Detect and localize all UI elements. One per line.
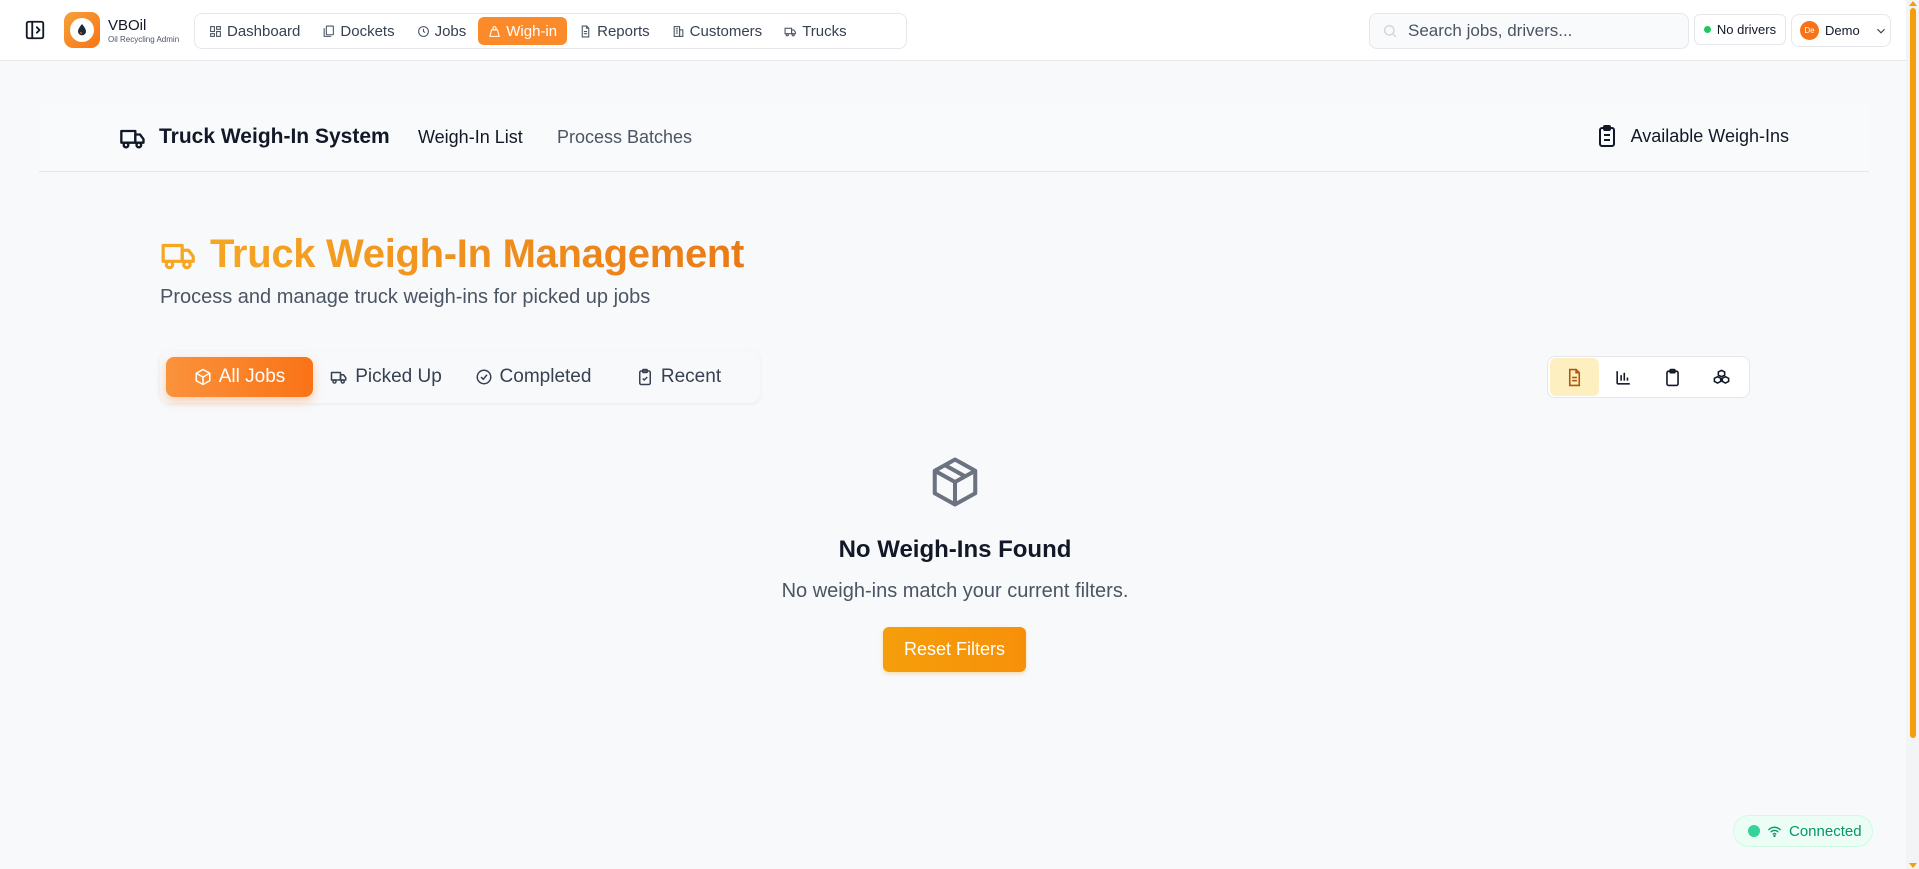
check-circle-icon xyxy=(475,368,493,386)
nav-item-dockets[interactable]: Dockets xyxy=(312,17,404,45)
available-weigh-ins-link[interactable]: Available Weigh-Ins xyxy=(1595,124,1789,148)
cluster-view-button[interactable] xyxy=(1697,358,1746,396)
filter-picked-up[interactable]: Picked Up xyxy=(313,357,459,397)
nav-label: Dashboard xyxy=(227,22,301,40)
nav-item-reports[interactable]: Reports xyxy=(569,17,660,45)
chevron-down-icon xyxy=(1866,24,1888,38)
tab-weigh-in-list[interactable]: Weigh-In List xyxy=(418,127,523,148)
system-title: Truck Weigh-In System xyxy=(159,125,390,148)
filter-recent[interactable]: Recent xyxy=(607,357,750,397)
status-dot xyxy=(1703,26,1711,33)
connection-label: Connected xyxy=(1789,822,1862,840)
tab-process-batches[interactable]: Process Batches xyxy=(557,127,692,148)
filter-label: All Jobs xyxy=(218,366,286,387)
document-icon xyxy=(579,25,592,38)
drivers-status-label: No drivers xyxy=(1716,22,1777,37)
document-view-button[interactable] xyxy=(1550,358,1599,396)
oil-drop-icon xyxy=(70,18,94,42)
nav-label: Customers xyxy=(689,22,763,40)
top-bar: VBOil Oil Recycling Admin Dashboard Dock… xyxy=(0,0,1906,61)
nav-label: Reports xyxy=(597,22,650,40)
weigh-in-subheader: Truck Weigh-In System Weigh-In List Proc… xyxy=(39,103,1869,172)
page-scrollbar[interactable] xyxy=(1906,0,1919,869)
sidebar-toggle-icon[interactable] xyxy=(24,19,46,41)
clipboard-icon xyxy=(1663,368,1682,387)
nav-label: Jobs xyxy=(434,22,467,40)
search-box[interactable] xyxy=(1369,13,1689,49)
available-weigh-ins-label: Available Weigh-Ins xyxy=(1630,125,1789,146)
empty-state-description: No weigh-ins match your current filters. xyxy=(781,580,1129,602)
clock-icon xyxy=(417,25,430,38)
dashboard-icon xyxy=(209,25,222,38)
filter-completed[interactable]: Completed xyxy=(459,357,607,397)
nav-label: Wigh-in xyxy=(506,22,558,40)
empty-state-title: No Weigh-Ins Found xyxy=(838,536,1072,563)
logo[interactable] xyxy=(64,12,100,48)
view-toggle-group xyxy=(1547,356,1750,398)
main-nav: Dashboard Dockets Jobs Wigh-in Reports C… xyxy=(194,13,907,49)
user-name: Demo xyxy=(1825,23,1860,38)
filter-label: Completed xyxy=(499,366,592,387)
dockets-icon xyxy=(322,25,335,38)
scroll-thumb[interactable] xyxy=(1910,8,1916,738)
brand-subtitle: Oil Recycling Admin xyxy=(108,35,180,44)
user-menu[interactable]: De Demo xyxy=(1791,14,1891,47)
clipboard-view-button[interactable] xyxy=(1648,358,1697,396)
nav-label: Dockets xyxy=(340,22,395,40)
page-subtitle: Process and manage truck weigh-ins for p… xyxy=(160,286,651,308)
scroll-down-arrow[interactable] xyxy=(1909,863,1917,868)
filter-all-jobs[interactable]: All Jobs xyxy=(166,357,313,397)
clipboard-check-icon xyxy=(636,368,654,386)
truck-icon xyxy=(784,25,797,38)
bar-chart-icon xyxy=(1614,368,1633,387)
building-icon xyxy=(672,25,685,38)
brand-name: VBOil xyxy=(108,17,147,34)
avatar: De xyxy=(1800,21,1819,40)
box-icon xyxy=(194,368,212,386)
nav-item-dashboard[interactable]: Dashboard xyxy=(199,17,310,45)
search-icon xyxy=(1382,23,1398,39)
search-input[interactable] xyxy=(1408,21,1668,41)
nav-item-weigh-in[interactable]: Wigh-in xyxy=(478,17,568,45)
connection-dot xyxy=(1748,825,1760,837)
wifi-icon xyxy=(1767,824,1782,839)
truck-icon xyxy=(119,124,147,152)
nav-item-trucks[interactable]: Trucks xyxy=(774,17,856,45)
clipboard-list-icon xyxy=(1595,124,1619,148)
reset-filters-button[interactable]: Reset Filters xyxy=(883,627,1026,672)
truck-icon xyxy=(330,368,348,386)
page-heading: Truck Weigh-In Management xyxy=(210,232,745,276)
cluster-icon xyxy=(1712,368,1731,387)
page-title: Truck Weigh-In Management xyxy=(160,232,744,277)
nav-item-jobs[interactable]: Jobs xyxy=(407,17,477,45)
document-view-icon xyxy=(1565,368,1584,387)
nav-label: Trucks xyxy=(802,22,847,40)
filter-label: Recent xyxy=(660,366,722,387)
empty-box-icon xyxy=(928,455,982,509)
filter-label: Picked Up xyxy=(355,366,442,387)
nav-item-customers[interactable]: Customers xyxy=(662,17,773,45)
truck-icon xyxy=(160,236,198,274)
connection-status: Connected xyxy=(1733,815,1873,847)
filter-tabs: All Jobs Picked Up Completed Recent xyxy=(160,351,760,403)
weight-icon xyxy=(488,25,501,38)
chart-view-button[interactable] xyxy=(1599,358,1648,396)
scroll-up-arrow[interactable] xyxy=(1909,1,1917,6)
drivers-status[interactable]: No drivers xyxy=(1694,14,1786,45)
